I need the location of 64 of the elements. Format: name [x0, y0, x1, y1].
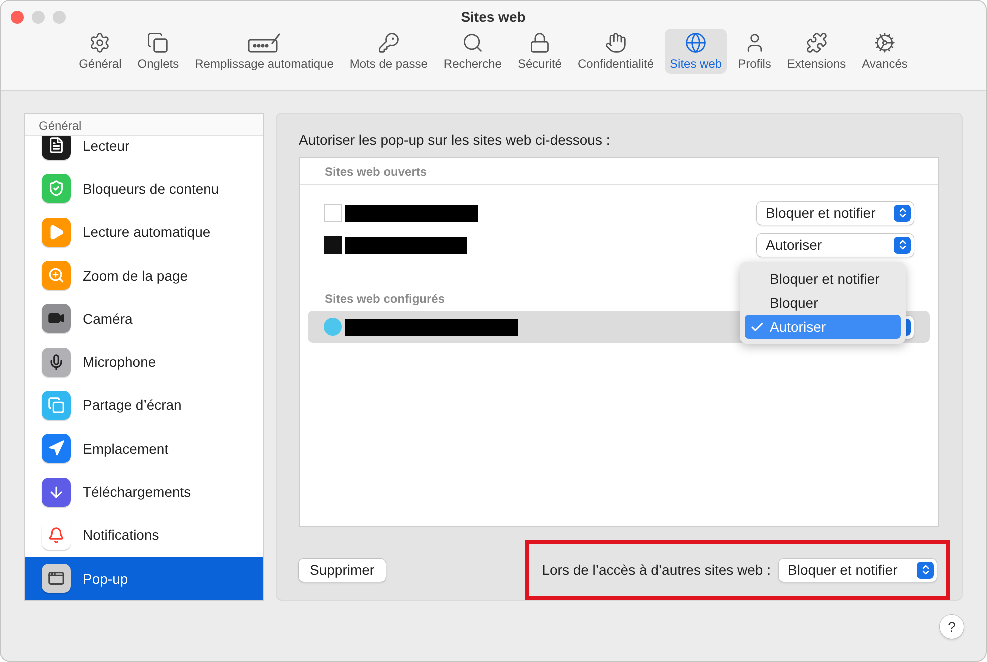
sidebar-item[interactable]: Microphone — [25, 340, 263, 384]
shield-check-icon — [42, 174, 71, 204]
toolbar-tab[interactable]: Confidentialité — [572, 29, 660, 74]
help-button[interactable]: ? — [940, 615, 964, 639]
search-icon — [462, 32, 484, 54]
section-title: Sites web ouverts — [325, 165, 428, 179]
site-favicon-icon — [324, 204, 342, 222]
bell-icon — [42, 520, 71, 550]
sidebar-item[interactable]: Lecteur — [25, 136, 263, 168]
lock-icon — [528, 32, 551, 54]
camera-icon — [42, 304, 71, 334]
key-icon — [378, 32, 400, 54]
section-title: Sites web configurés — [325, 292, 446, 306]
sidebar-item[interactable]: Téléchargements — [25, 470, 263, 514]
gears-icon — [874, 32, 896, 54]
toolbar-tab[interactable]: Sites web — [665, 29, 728, 74]
puzzle-icon — [806, 32, 828, 54]
window-title: Sites web — [461, 9, 526, 25]
close-button[interactable] — [11, 11, 24, 24]
sidebar-item[interactable]: Lecture automatique — [25, 210, 263, 254]
microphone-icon — [42, 348, 71, 377]
sidebar-item[interactable]: Caméra — [25, 297, 263, 340]
keyboard-pen-icon — [248, 32, 282, 54]
section-header: Général — [25, 114, 263, 136]
site-row[interactable]: Bloquer et notifier — [308, 197, 930, 229]
toolbar-tab[interactable]: Général — [74, 29, 127, 74]
sidebar-item[interactable]: Pop-up — [25, 556, 263, 600]
popup-select[interactable]: Bloquer et notifier — [779, 558, 937, 582]
download-icon — [42, 478, 71, 507]
sidebar-item[interactable]: Partage d’écran — [25, 384, 263, 428]
popup-window-icon — [42, 564, 71, 594]
popup-select[interactable]: Bloquer et notifier — [757, 202, 914, 224]
menu-item[interactable]: Bloquer et notifier — [745, 267, 901, 291]
toolbar-tab[interactable]: Onglets — [132, 29, 184, 74]
toolbar-tab[interactable]: Extensions — [782, 29, 852, 74]
play-icon — [42, 218, 71, 247]
tabs-icon — [147, 32, 170, 54]
site-favicon-icon — [324, 236, 342, 254]
settings-icon — [89, 32, 112, 54]
chevron-updown-icon — [894, 236, 911, 254]
hand-icon — [605, 32, 628, 54]
menu-item[interactable]: Bloquer — [745, 291, 901, 315]
toolbar-tab[interactable]: Sécurité — [512, 29, 567, 74]
toolbar-tab[interactable]: Recherche — [438, 29, 507, 74]
site-favicon-icon — [324, 318, 342, 336]
other-sites-label: Lors de l’accès à d’autres sites web : — [542, 562, 771, 578]
sidebar-item[interactable]: Notifications — [25, 514, 263, 557]
toolbar-tab[interactable]: Remplissage automatique — [190, 29, 339, 74]
globe-icon — [685, 32, 708, 54]
toolbar-tab[interactable]: Mots de passe — [344, 29, 433, 74]
toolbar-tab[interactable]: Profils — [733, 29, 776, 74]
reader-icon — [42, 136, 71, 160]
chevron-updown-icon — [894, 204, 911, 222]
sidebar-item[interactable]: Zoom de la page — [25, 254, 263, 298]
chevron-updown-icon — [917, 562, 934, 578]
zoom-in-icon — [42, 261, 71, 290]
sidebar-item[interactable]: Emplacement — [25, 427, 263, 470]
site-row[interactable]: Autoriser — [308, 229, 930, 261]
sidebar-item[interactable]: Bloqueurs de contenu — [25, 167, 263, 211]
popup-select[interactable]: Autoriser — [757, 234, 914, 256]
panel-heading: Autoriser les pop-up sur les sites web ci-dessous : — [299, 132, 612, 148]
screens-icon — [42, 390, 71, 420]
remove-button[interactable]: Supprimer — [299, 558, 386, 582]
toolbar-tab[interactable]: Avancés — [857, 29, 913, 74]
